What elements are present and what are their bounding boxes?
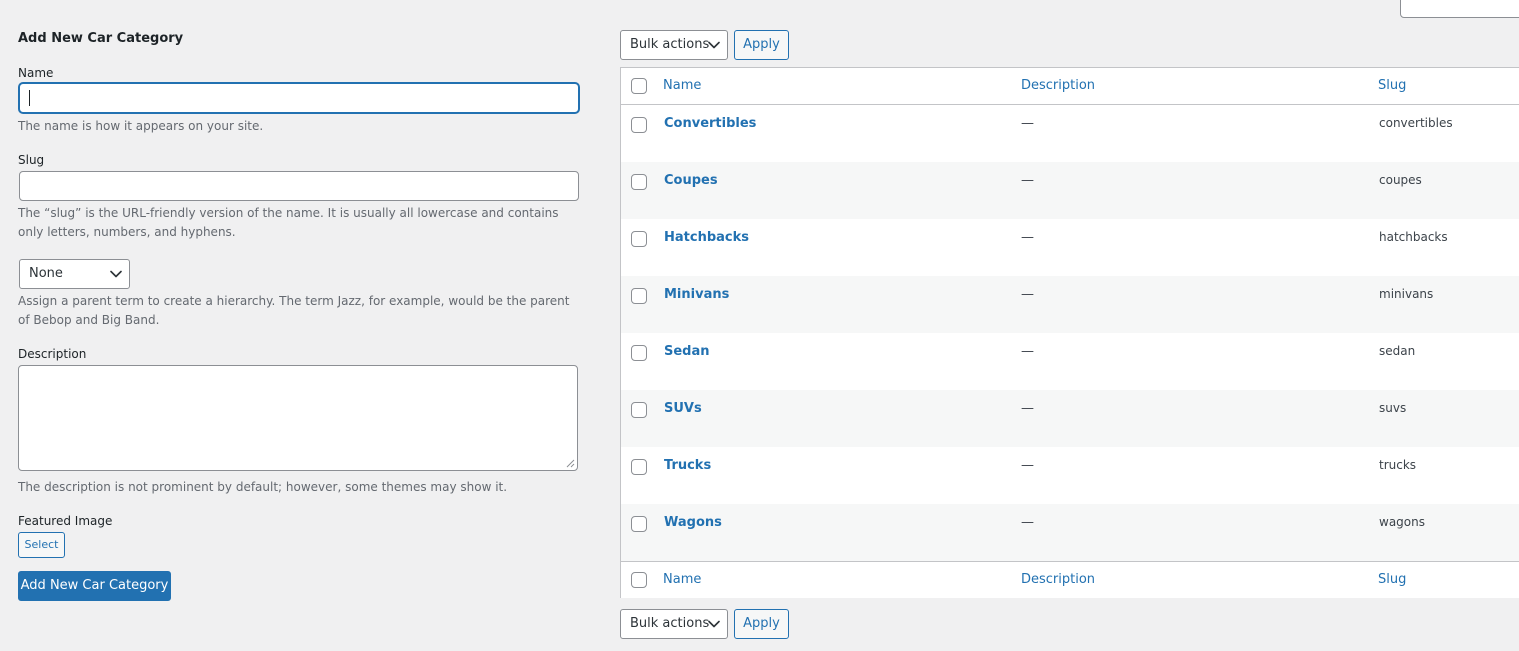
term-name-link[interactable]: Convertibles — [664, 116, 756, 131]
term-slug: wagons — [1379, 515, 1425, 529]
text-caret — [29, 90, 30, 106]
row-checkbox[interactable] — [631, 345, 647, 361]
table-row: Trucks — trucks — [621, 447, 1519, 504]
select-image-button[interactable]: Select — [18, 532, 65, 558]
term-description: — — [1021, 173, 1034, 188]
description-help-text: The description is not prominent by defa… — [18, 480, 508, 494]
add-new-category-button[interactable]: Add New Car Category — [18, 571, 171, 601]
apply-button-top[interactable]: Apply — [734, 30, 789, 60]
resize-grip-icon[interactable] — [566, 459, 575, 468]
apply-button-bottom[interactable]: Apply — [734, 609, 789, 639]
term-description: — — [1021, 230, 1034, 245]
parent-term-select[interactable]: None — [19, 259, 130, 289]
column-footer-name[interactable]: Name — [663, 572, 701, 587]
term-slug: coupes — [1379, 173, 1422, 187]
row-checkbox[interactable] — [631, 402, 647, 418]
term-slug: convertibles — [1379, 116, 1453, 130]
row-checkbox[interactable] — [631, 288, 647, 304]
bulk-actions-select-bottom[interactable]: Bulk actions — [620, 609, 728, 639]
description-textarea[interactable] — [18, 365, 578, 471]
select-all-checkbox[interactable] — [631, 78, 647, 94]
slug-label: Slug — [18, 153, 45, 167]
name-input[interactable] — [19, 83, 579, 113]
term-slug: trucks — [1379, 458, 1417, 472]
term-slug: minivans — [1379, 287, 1434, 301]
name-help-text: The name is how it appears on your site. — [18, 119, 264, 133]
form-heading: Add New Car Category — [18, 31, 184, 46]
term-description: — — [1021, 344, 1034, 359]
select-all-checkbox-footer[interactable] — [631, 572, 647, 588]
parent-term-selected: None — [29, 266, 63, 281]
name-label: Name — [18, 66, 54, 80]
term-description: — — [1021, 116, 1034, 131]
chevron-down-icon — [110, 270, 122, 278]
term-name-link[interactable]: Coupes — [664, 173, 718, 188]
row-checkbox[interactable] — [631, 117, 647, 133]
term-name-link[interactable]: Sedan — [664, 344, 710, 359]
row-checkbox[interactable] — [631, 459, 647, 475]
bulk-actions-select-top[interactable]: Bulk actions — [620, 30, 728, 60]
row-checkbox[interactable] — [631, 516, 647, 532]
term-name-link[interactable]: Minivans — [664, 287, 729, 302]
term-slug: hatchbacks — [1379, 230, 1448, 244]
table-row: Sedan — sedan — [621, 333, 1519, 390]
table-row: Convertibles — convertibles — [621, 105, 1519, 162]
description-label: Description — [18, 347, 87, 361]
chevron-down-icon — [708, 41, 720, 49]
table-row: SUVs — suvs — [621, 390, 1519, 447]
column-header-name[interactable]: Name — [663, 78, 701, 93]
terms-table: Name Description Slug Convertibles — con… — [620, 67, 1519, 598]
term-name-link[interactable]: Wagons — [664, 515, 722, 530]
parent-help-text: Assign a parent term to create a hierarc… — [18, 294, 570, 327]
row-checkbox[interactable] — [631, 231, 647, 247]
term-slug: sedan — [1379, 344, 1416, 358]
column-footer-description[interactable]: Description — [1021, 572, 1095, 587]
search-input[interactable] — [1400, 0, 1519, 18]
slug-help-text: The “slug” is the URL-friendly version o… — [18, 206, 559, 239]
term-name-link[interactable]: Hatchbacks — [664, 230, 749, 245]
column-footer-slug[interactable]: Slug — [1378, 572, 1406, 587]
term-name-link[interactable]: Trucks — [664, 458, 711, 473]
featured-image-label: Featured Image — [18, 514, 113, 528]
term-name-link[interactable]: SUVs — [664, 401, 702, 416]
table-header-row: Name Description Slug — [621, 68, 1519, 105]
term-description: — — [1021, 515, 1034, 530]
bulk-actions-label: Bulk actions — [630, 37, 710, 52]
slug-input[interactable] — [19, 171, 579, 201]
chevron-down-icon — [708, 620, 720, 628]
table-row: Coupes — coupes — [621, 162, 1519, 219]
term-description: — — [1021, 458, 1034, 473]
table-row: Hatchbacks — hatchbacks — [621, 219, 1519, 276]
table-row: Minivans — minivans — [621, 276, 1519, 333]
term-slug: suvs — [1379, 401, 1407, 415]
term-description: — — [1021, 401, 1034, 416]
column-header-description[interactable]: Description — [1021, 78, 1095, 93]
table-footer-row: Name Description Slug — [621, 561, 1519, 598]
column-header-slug[interactable]: Slug — [1378, 78, 1406, 93]
bulk-actions-label: Bulk actions — [630, 616, 710, 631]
row-checkbox[interactable] — [631, 174, 647, 190]
table-row: Wagons — wagons — [621, 504, 1519, 561]
term-description: — — [1021, 287, 1034, 302]
